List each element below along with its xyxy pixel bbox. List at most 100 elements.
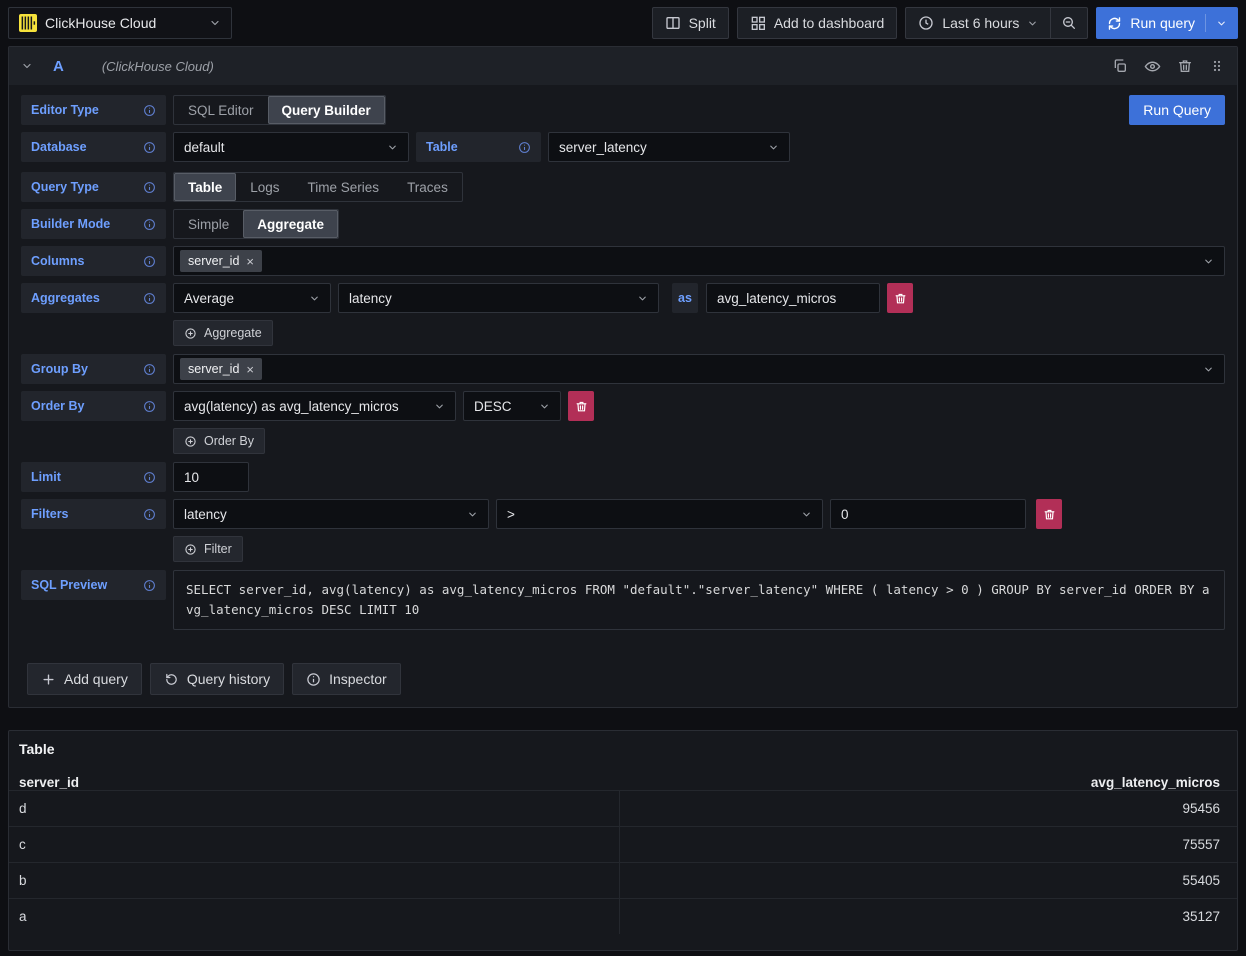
split-button[interactable]: Split [652, 7, 729, 39]
info-icon[interactable] [143, 104, 156, 117]
filter-operator-select[interactable]: > [496, 499, 823, 529]
aggregate-function-select[interactable]: Average [173, 283, 331, 313]
columns-label-box: Columns [21, 246, 166, 276]
run-query-label: Run query [1130, 15, 1195, 31]
query-type-logs-option[interactable]: Logs [236, 173, 293, 201]
editor-type-label: Editor Type [31, 103, 99, 117]
order-by-direction-value: DESC [474, 399, 512, 414]
toggle-visibility-eye-icon[interactable] [1144, 58, 1161, 75]
info-icon[interactable] [143, 471, 156, 484]
info-icon[interactable] [143, 141, 156, 154]
simple-mode-option[interactable]: Simple [174, 210, 243, 238]
info-icon[interactable] [143, 508, 156, 521]
chevron-down-icon [539, 401, 550, 412]
inspector-button[interactable]: Inspector [292, 663, 401, 695]
query-type-traces-option[interactable]: Traces [393, 173, 462, 201]
add-query-button[interactable]: Add query [27, 663, 142, 695]
info-icon[interactable] [143, 218, 156, 231]
query-row-actions [1112, 58, 1225, 75]
panel-run-query-button[interactable]: Run Query [1129, 95, 1225, 125]
order-by-field-select[interactable]: avg(latency) as avg_latency_micros [173, 391, 456, 421]
query-row-header[interactable]: A (ClickHouse Cloud) [9, 47, 1237, 85]
time-range-button[interactable]: Last 6 hours [906, 8, 1050, 38]
aggregates-row: Aggregates Average latency as avg_latenc… [21, 283, 1225, 313]
remove-filter-button[interactable] [1036, 499, 1062, 529]
add-to-dashboard-button[interactable]: Add to dashboard [737, 7, 898, 39]
add-order-by-button[interactable]: Order By [173, 428, 265, 454]
collapse-chevron-icon[interactable] [21, 60, 33, 72]
group-by-row: Group By server_id × [21, 354, 1225, 384]
info-icon[interactable] [143, 255, 156, 268]
query-ref-id[interactable]: A [53, 58, 64, 75]
table-row: a 35127 [9, 898, 1237, 934]
run-query-button[interactable]: Run query [1096, 7, 1238, 39]
info-icon[interactable] [518, 141, 531, 154]
query-type-toggle: Table Logs Time Series Traces [173, 172, 463, 202]
sql-preview-row: SQL Preview SELECT server_id, avg(latenc… [21, 570, 1225, 630]
columns-multiselect[interactable]: server_id × [173, 246, 1225, 276]
columns-chip-server-id: server_id × [180, 250, 262, 272]
order-by-label-box: Order By [21, 391, 166, 421]
filter-column-select[interactable]: latency [173, 499, 489, 529]
info-icon[interactable] [143, 292, 156, 305]
order-by-direction-select[interactable]: DESC [463, 391, 561, 421]
aggregate-mode-option[interactable]: Aggregate [243, 210, 338, 238]
info-icon[interactable] [143, 363, 156, 376]
history-icon [164, 672, 179, 687]
trash-icon [575, 400, 588, 413]
trash-icon [1043, 508, 1056, 521]
group-by-label-box: Group By [21, 354, 166, 384]
chevron-down-icon [387, 142, 398, 153]
chevron-down-icon [801, 509, 812, 520]
remove-aggregate-button[interactable] [887, 283, 913, 313]
query-builder-body: Run Query Editor Type SQL Editor Query B… [9, 85, 1237, 707]
group-by-multiselect[interactable]: server_id × [173, 354, 1225, 384]
table-row: c 75557 [9, 826, 1237, 862]
trash-icon [894, 292, 907, 305]
filter-value-input[interactable]: 0 [830, 499, 1026, 529]
database-select[interactable]: default [173, 132, 409, 162]
search-minus-icon [1061, 15, 1077, 31]
table-select[interactable]: server_latency [548, 132, 790, 162]
remove-query-trash-icon[interactable] [1177, 58, 1193, 74]
duplicate-query-icon[interactable] [1112, 58, 1128, 74]
query-builder-option[interactable]: Query Builder [268, 96, 385, 124]
query-history-label: Query history [187, 671, 270, 687]
split-label: Split [689, 15, 716, 31]
add-filter-button[interactable]: Filter [173, 536, 243, 562]
clickhouse-logo-icon [19, 14, 37, 32]
query-type-table-option[interactable]: Table [174, 173, 236, 201]
datasource-picker[interactable]: ClickHouse Cloud [8, 7, 232, 39]
info-icon[interactable] [143, 400, 156, 413]
filters-row: Filters latency > 0 [21, 499, 1225, 529]
info-icon[interactable] [143, 181, 156, 194]
drag-handle-icon[interactable] [1209, 58, 1225, 74]
builder-mode-row: Builder Mode Simple Aggregate [21, 209, 1225, 239]
aggregate-column-select[interactable]: latency [338, 283, 659, 313]
sql-preview-text: SELECT server_id, avg(latency) as avg_la… [173, 570, 1225, 630]
column-header-avg-latency-micros[interactable]: avg_latency_micros [620, 775, 1238, 790]
sql-preview-label: SQL Preview [31, 578, 107, 592]
column-header-server-id[interactable]: server_id [9, 775, 620, 790]
filters-label: Filters [31, 507, 69, 521]
zoom-out-time-button[interactable] [1051, 8, 1087, 38]
order-by-field-value: avg(latency) as avg_latency_micros [184, 399, 399, 414]
database-value: default [184, 140, 225, 155]
remove-chip-icon[interactable]: × [246, 363, 254, 376]
add-to-dashboard-label: Add to dashboard [774, 15, 885, 31]
query-type-time-series-option[interactable]: Time Series [294, 173, 394, 201]
query-history-button[interactable]: Query history [150, 663, 284, 695]
remove-order-by-button[interactable] [568, 391, 594, 421]
add-aggregate-button[interactable]: Aggregate [173, 320, 273, 346]
sql-editor-option[interactable]: SQL Editor [174, 96, 268, 124]
add-order-by-label: Order By [204, 434, 254, 448]
time-picker-group: Last 6 hours [905, 7, 1088, 39]
alias-as-label: as [672, 283, 698, 313]
chevron-down-icon[interactable] [1216, 18, 1227, 29]
aggregate-alias-input[interactable]: avg_latency_micros [706, 283, 880, 313]
info-icon[interactable] [143, 579, 156, 592]
remove-chip-icon[interactable]: × [246, 255, 254, 268]
chevron-down-icon [637, 293, 648, 304]
database-table-row: Database default Table server_latency [21, 132, 1225, 162]
limit-input[interactable]: 10 [173, 462, 249, 492]
